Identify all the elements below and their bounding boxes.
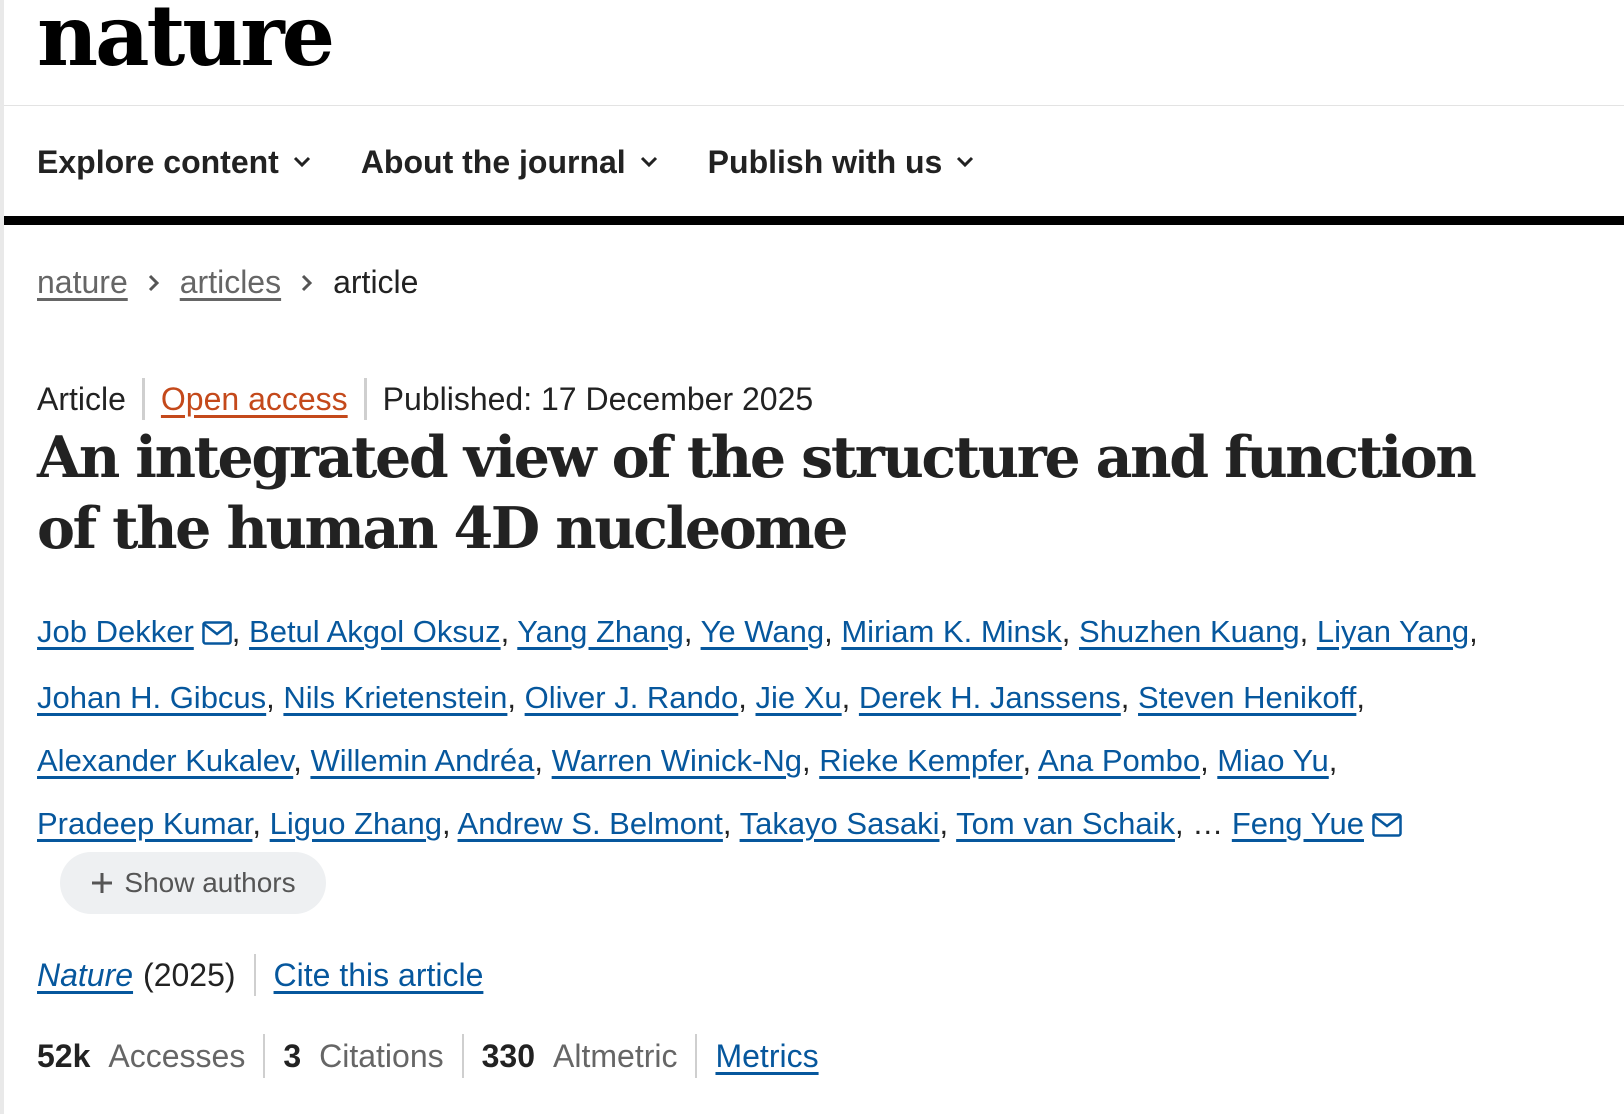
nav-divider — [4, 216, 1624, 225]
breadcrumb: nature articles article — [37, 264, 418, 301]
author-link-last[interactable]: Feng Yue — [1232, 806, 1364, 841]
journal-link[interactable]: Nature — [37, 957, 133, 994]
breadcrumb-articles[interactable]: articles — [180, 264, 281, 301]
author-link[interactable]: Job Dekker — [37, 614, 194, 649]
main-nav: Explore content About the journal Publis… — [4, 107, 1624, 217]
plus-icon — [92, 873, 113, 893]
open-access-link[interactable]: Open access — [161, 381, 348, 418]
author-link[interactable]: Oliver J. Rando — [525, 680, 739, 715]
author-link[interactable]: Miriam K. Minsk — [841, 614, 1061, 649]
chevron-down-icon — [957, 156, 974, 168]
journal-citation: Nature (2025) Cite this article — [37, 954, 483, 996]
author-link[interactable]: Takayo Sasaki — [740, 806, 940, 841]
nav-explore-content[interactable]: Explore content — [37, 144, 311, 181]
nav-explore-content-label: Explore content — [37, 143, 279, 180]
author-link[interactable]: Jie Xu — [756, 680, 842, 715]
mail-icon[interactable] — [1372, 795, 1402, 858]
nav-about-journal-label: About the journal — [360, 143, 626, 180]
author-link[interactable]: Alexander Kukalev — [37, 743, 293, 778]
author-link[interactable]: Warren Winick-Ng — [552, 743, 802, 778]
author-link[interactable]: Johan H. Gibcus — [37, 680, 266, 715]
chevron-down-icon — [293, 156, 310, 168]
metrics-divider — [263, 1034, 266, 1078]
author-link[interactable]: Tom van Schaik — [956, 806, 1175, 841]
citations-label: Citations — [319, 1037, 444, 1074]
nav-about-journal[interactable]: About the journal — [361, 144, 658, 181]
meta-divider — [363, 378, 367, 420]
author-link[interactable]: Nils Krietenstein — [283, 680, 507, 715]
accesses-count: 52k — [37, 1037, 91, 1074]
author-link[interactable]: Willemin Andréa — [310, 743, 534, 778]
author-link[interactable]: Rieke Kempfer — [819, 743, 1022, 778]
metrics-divider — [695, 1034, 698, 1078]
author-link[interactable]: Yang Zhang — [517, 614, 684, 649]
meta-divider — [141, 378, 145, 420]
altmetric-score: 330 — [481, 1037, 536, 1074]
mail-icon[interactable] — [202, 603, 232, 666]
author-link[interactable]: Liyan Yang — [1317, 614, 1469, 649]
brand-bar: nature — [4, 0, 1624, 106]
journal-year: (2025) — [143, 956, 236, 993]
cite-article-link[interactable]: Cite this article — [274, 957, 484, 994]
altmetric-label: Altmetric — [553, 1037, 678, 1074]
chevron-down-icon — [640, 156, 657, 168]
nav-publish-with-us[interactable]: Publish with us — [708, 144, 975, 181]
article-meta: Article Open access Published: 17 Decemb… — [37, 378, 813, 420]
author-link[interactable]: Liguo Zhang — [270, 806, 442, 841]
article-type: Article — [37, 380, 126, 417]
author-link[interactable]: Betul Akgol Oksuz — [249, 614, 501, 649]
author-link[interactable]: Andrew S. Belmont — [458, 806, 723, 841]
metrics-link[interactable]: Metrics — [715, 1038, 818, 1075]
author-link[interactable]: Ana Pombo — [1038, 743, 1200, 778]
article-title: An integrated view of the structure and … — [37, 424, 1477, 562]
show-authors-label: Show authors — [124, 867, 296, 898]
author-link[interactable]: Shuzhen Kuang — [1079, 614, 1300, 649]
citation-divider — [253, 954, 256, 996]
nav-publish-with-us-label: Publish with us — [707, 143, 943, 180]
breadcrumb-nature[interactable]: nature — [37, 264, 128, 301]
citations-count: 3 — [283, 1037, 302, 1074]
author-ellipsis: … — [1192, 806, 1224, 841]
accesses-label: Accesses — [108, 1037, 246, 1074]
author-link[interactable]: Derek H. Janssens — [859, 680, 1121, 715]
breadcrumb-article: article — [333, 264, 419, 300]
metrics-divider — [461, 1034, 464, 1078]
author-link[interactable]: Ye Wang — [701, 614, 825, 649]
show-authors-button[interactable]: Show authors — [60, 852, 326, 914]
chevron-right-icon — [301, 274, 313, 292]
chevron-right-icon — [148, 274, 160, 292]
author-link[interactable]: Pradeep Kumar — [37, 806, 252, 841]
article-metrics: 52k Accesses 3 Citations 330 Altmetric M… — [37, 1034, 819, 1078]
author-link[interactable]: Steven Henikoff — [1138, 680, 1356, 715]
published-date: Published: 17 December 2025 — [382, 380, 814, 417]
author-list: Job Dekker, Betul Akgol Oksuz, Yang Zhan… — [37, 600, 1547, 858]
nature-logo[interactable]: nature — [37, 0, 335, 78]
author-link[interactable]: Miao Yu — [1217, 743, 1328, 778]
